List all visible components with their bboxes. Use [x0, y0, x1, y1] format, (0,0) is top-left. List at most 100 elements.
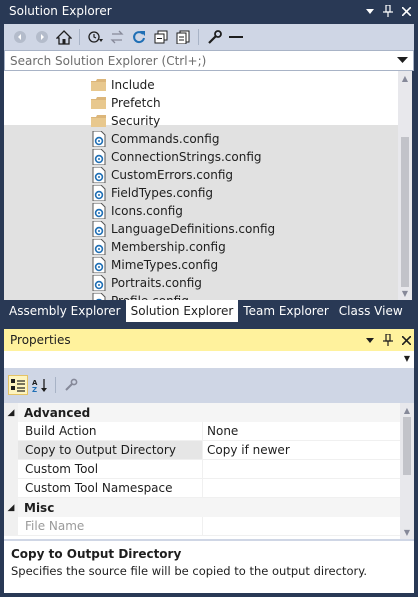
property-value[interactable]	[203, 517, 400, 535]
tree-item-label: CustomErrors.config	[111, 168, 234, 182]
folder-icon	[90, 77, 106, 93]
tree-item[interactable]: MimeTypes.config	[90, 256, 218, 274]
svg-text:Z: Z	[32, 386, 37, 393]
show-all-files-icon[interactable]	[173, 27, 193, 47]
close-icon[interactable]	[398, 3, 414, 19]
solution-explorer-title-bar: Solution Explorer	[4, 1, 414, 21]
tree-item[interactable]: Prefetch	[90, 94, 161, 112]
tree-item[interactable]: CustomErrors.config	[90, 166, 233, 184]
config-file-icon	[90, 131, 106, 147]
sync-icon[interactable]	[107, 27, 127, 47]
dropdown-icon[interactable]	[362, 332, 378, 348]
solution-explorer-toolbar	[4, 24, 414, 50]
scroll-down-icon[interactable]: ▼	[398, 286, 412, 300]
property-description: Copy to Output Directory Specifies the s…	[4, 539, 414, 593]
tab-class-view[interactable]: Class View	[334, 300, 408, 322]
property-value[interactable]	[203, 460, 400, 478]
tree-item[interactable]: LanguageDefinitions.config	[90, 220, 275, 238]
tool-window-tabs: Assembly Explorer Solution Explorer Team E…	[4, 300, 414, 322]
property-name[interactable]: File Name	[18, 517, 203, 535]
property-pages-icon[interactable]	[61, 375, 81, 395]
tree-item-label: ConnectionStrings.config	[111, 150, 262, 164]
scrollbar-thumb[interactable]	[403, 417, 411, 475]
tree-item[interactable]: Profile.config	[90, 292, 189, 300]
tree-item[interactable]: Icons.config	[90, 202, 183, 220]
tree-item-label: Security	[111, 114, 161, 128]
scroll-up-icon[interactable]: ▲	[398, 71, 412, 85]
chevron-down-icon[interactable]: ▼	[404, 354, 410, 363]
tree-item[interactable]: Membership.config	[90, 238, 226, 256]
config-file-icon	[90, 275, 106, 291]
property-row[interactable]: Build Action None	[4, 422, 400, 441]
description-text: Specifies the source file will be copied…	[11, 564, 368, 578]
property-category[interactable]: ◢ Misc	[4, 498, 400, 517]
back-icon[interactable]	[10, 27, 30, 47]
tab-team-explorer[interactable]: Team Explorer	[238, 300, 334, 322]
property-name[interactable]: Copy to Output Directory	[18, 441, 203, 459]
tab-assembly-explorer[interactable]: Assembly Explorer	[4, 300, 126, 322]
pin-icon[interactable]	[380, 332, 396, 348]
tree-item[interactable]: ConnectionStrings.config	[90, 148, 262, 166]
property-row[interactable]: File Name	[4, 517, 400, 536]
property-grid: ◢ Advanced Build Action None Copy to Output …	[4, 403, 400, 539]
dropdown-icon[interactable]	[362, 3, 378, 19]
config-file-icon	[90, 185, 106, 201]
refresh-icon[interactable]	[129, 27, 149, 47]
scroll-down-icon[interactable]: ▼	[400, 525, 414, 539]
row-gutter	[4, 479, 18, 497]
tree-item-label: LanguageDefinitions.config	[111, 222, 276, 236]
property-name[interactable]: Custom Tool	[18, 460, 203, 478]
categorized-icon[interactable]	[8, 375, 28, 395]
property-value[interactable]: Copy if newer	[203, 441, 400, 459]
property-value[interactable]	[203, 479, 400, 497]
solution-tree-scrollbar[interactable]: ▲ ▼	[398, 71, 412, 300]
home-icon[interactable]	[54, 27, 74, 47]
search-icon[interactable]	[391, 51, 413, 70]
property-name[interactable]: Custom Tool Namespace	[18, 479, 203, 497]
property-row[interactable]: Custom Tool	[4, 460, 400, 479]
close-icon[interactable]	[398, 332, 414, 348]
collapse-icon[interactable]: ◢	[4, 403, 18, 422]
forward-icon[interactable]	[32, 27, 52, 47]
property-row[interactable]: Custom Tool Namespace	[4, 479, 400, 498]
toolbar-separator	[198, 29, 199, 45]
tree-item[interactable]: FieldTypes.config	[90, 184, 213, 202]
tree-item[interactable]: Commands.config	[90, 130, 219, 148]
config-file-icon	[90, 221, 106, 237]
config-file-icon	[90, 149, 106, 165]
search-input[interactable]: Search Solution Explorer (Ctrl+;)	[10, 54, 391, 68]
history-icon[interactable]	[85, 27, 105, 47]
tree-item-label: Portraits.config	[111, 276, 202, 290]
row-gutter	[4, 422, 18, 440]
property-category[interactable]: ◢ Advanced	[4, 403, 400, 422]
config-file-icon	[90, 293, 106, 300]
collapse-icon[interactable]: ◢	[4, 498, 18, 517]
tree-item[interactable]: Portraits.config	[90, 274, 202, 292]
tree-item-label: Commands.config	[111, 132, 220, 146]
properties-title-bar: Properties	[4, 329, 414, 351]
scrollbar-thumb[interactable]	[401, 137, 409, 287]
preview-icon[interactable]	[226, 27, 246, 47]
scroll-up-icon[interactable]: ▲	[400, 403, 414, 417]
property-row[interactable]: Copy to Output Directory Copy if newer	[4, 441, 400, 460]
pin-icon[interactable]	[380, 3, 396, 19]
collapse-all-icon[interactable]	[151, 27, 171, 47]
tree-item[interactable]: Security	[90, 112, 160, 130]
property-value[interactable]: None	[203, 422, 400, 440]
toolbar-separator	[79, 29, 80, 45]
folder-icon	[90, 95, 106, 111]
config-file-icon	[90, 239, 106, 255]
tree-item-label: FieldTypes.config	[111, 186, 214, 200]
property-grid-scrollbar[interactable]: ▲ ▼	[400, 403, 414, 539]
solution-explorer-search[interactable]: Search Solution Explorer (Ctrl+;)	[4, 50, 414, 71]
tree-item-label: Membership.config	[111, 240, 226, 254]
tab-solution-explorer[interactable]: Solution Explorer	[125, 300, 239, 322]
alphabetical-icon[interactable]: AZ	[30, 375, 50, 395]
property-name[interactable]: Build Action	[18, 422, 203, 440]
object-selector[interactable]: ▼	[4, 351, 414, 369]
properties-icon[interactable]	[204, 27, 224, 47]
solution-tree: Include Prefetch Security Commands.config Co…	[4, 71, 398, 300]
properties-toolbar: AZ	[4, 371, 414, 399]
tree-item[interactable]: Include	[90, 76, 155, 94]
properties-panel: Properties ▼ AZ ◢ Advanced Build Action …	[0, 324, 418, 597]
